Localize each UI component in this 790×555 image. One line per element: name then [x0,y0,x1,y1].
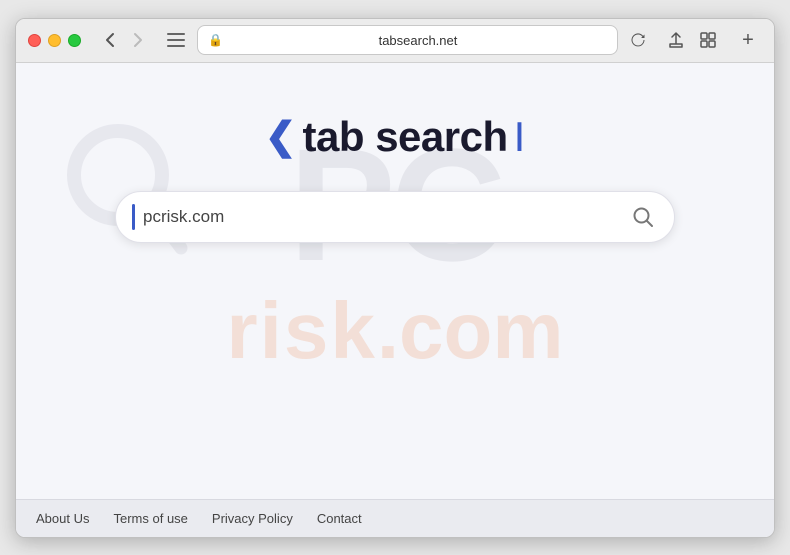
sidebar-toggle-button[interactable] [163,27,189,53]
contact-link[interactable]: Contact [317,511,362,526]
about-us-link[interactable]: About Us [36,511,89,526]
title-chevron-icon: ❮ [265,118,297,156]
title-cursor-icon: I [514,113,526,161]
tab-grid-button[interactable] [694,26,722,54]
forward-button[interactable] [125,27,151,53]
terms-link[interactable]: Terms of use [113,511,187,526]
privacy-link[interactable]: Privacy Policy [212,511,293,526]
add-tab-button[interactable]: + [734,26,762,54]
watermark-com-text: .com [377,285,564,377]
page-content: PC risk .com ❮ tab search I [16,63,774,499]
title-bar: 🔒 tabsearch.net + [16,19,774,63]
share-button[interactable] [662,26,690,54]
close-button[interactable] [28,34,41,47]
search-container [115,191,675,243]
search-cursor [132,204,135,230]
search-input[interactable] [143,207,628,227]
watermark-risk-text: risk [226,285,376,377]
reload-button[interactable] [626,28,650,52]
maximize-button[interactable] [68,34,81,47]
minimize-button[interactable] [48,34,61,47]
footer: About Us Terms of use Privacy Policy Con… [16,499,774,537]
main-area: ❮ tab search I [16,63,774,243]
back-button[interactable] [97,27,123,53]
search-button[interactable] [628,202,658,232]
url-display: tabsearch.net [229,33,607,48]
nav-buttons [97,27,151,53]
site-title-text: tab search [303,113,508,161]
traffic-lights [28,34,81,47]
address-bar[interactable]: 🔒 tabsearch.net [197,25,618,55]
toolbar-actions [662,26,722,54]
site-title: ❮ tab search I [265,113,526,161]
lock-icon: 🔒 [208,33,223,47]
browser-window: 🔒 tabsearch.net + [15,18,775,538]
